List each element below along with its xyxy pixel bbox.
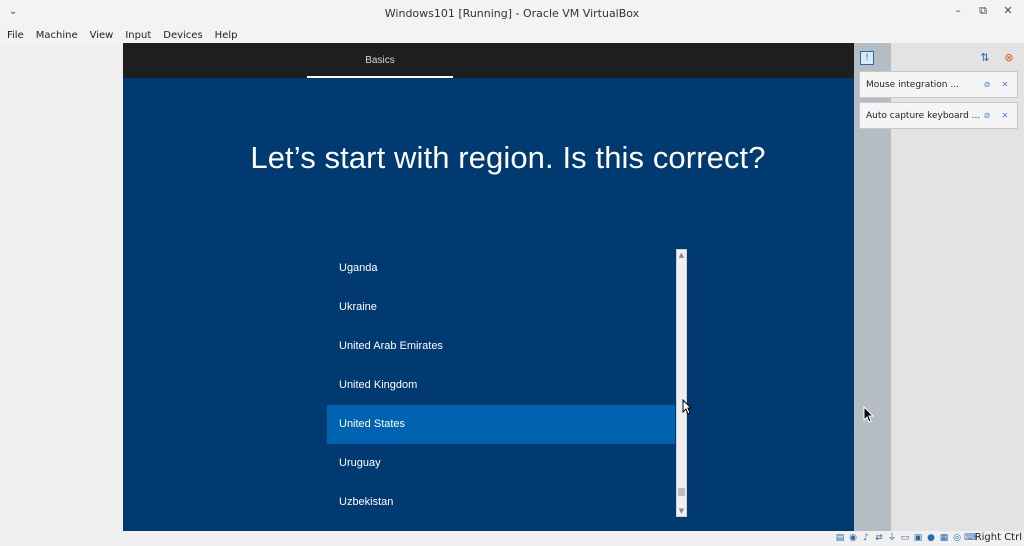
notification-mouse-integration[interactable]: Mouse integration ... ⊘ ✕ bbox=[859, 71, 1018, 98]
window-title: Windows101 [Running] - Oracle VM Virtual… bbox=[384, 7, 640, 20]
host-key-label: Right Ctrl bbox=[974, 532, 1022, 543]
list-item[interactable]: Uganda bbox=[327, 249, 675, 288]
display-icon[interactable]: ▣ bbox=[912, 532, 924, 544]
mouse-integration-icon[interactable]: ◎ bbox=[951, 532, 963, 544]
menu-bar: File Machine View Input Devices Help bbox=[0, 27, 1024, 43]
restore-button[interactable]: ⧉ bbox=[977, 4, 989, 18]
chevron-down-icon[interactable]: ⌄ bbox=[9, 6, 17, 17]
notification-tools: ⇅ ⊗ bbox=[978, 51, 1016, 65]
network-icon[interactable]: ⇄ bbox=[873, 532, 885, 544]
no-mouse-icon[interactable]: ⊘ bbox=[981, 80, 993, 89]
close-button[interactable]: ✕ bbox=[1002, 4, 1014, 18]
menu-view[interactable]: View bbox=[90, 30, 114, 41]
scroll-down-icon[interactable]: ▼ bbox=[677, 506, 686, 516]
close-icon[interactable]: ✕ bbox=[999, 111, 1011, 120]
list-item[interactable]: Uruguay bbox=[327, 444, 675, 483]
scroll-thumb[interactable] bbox=[678, 488, 685, 496]
oobe-topbar: Basics bbox=[123, 43, 854, 78]
shared-folder-icon[interactable]: ▭ bbox=[899, 532, 911, 544]
notification-text: Auto capture keyboard ... bbox=[866, 110, 981, 121]
menu-file[interactable]: File bbox=[7, 30, 24, 41]
video-capture-icon[interactable]: ● bbox=[925, 532, 937, 544]
list-item[interactable]: Uzbekistan bbox=[327, 483, 675, 517]
minimize-button[interactable]: – bbox=[952, 4, 964, 18]
notification-center: ! ⇅ ⊗ Mouse integration ... ⊘ ✕ Auto cap… bbox=[854, 43, 1024, 531]
menu-help[interactable]: Help bbox=[215, 30, 238, 41]
dismiss-all-icon[interactable]: ⊗ bbox=[1002, 51, 1016, 65]
status-icons: ▤ ◉ ♪ ⇄ ⏚ ▭ ▣ ● ▦ ◎ ⌨ bbox=[834, 532, 977, 544]
menu-input[interactable]: Input bbox=[125, 30, 151, 41]
menu-machine[interactable]: Machine bbox=[36, 30, 78, 41]
list-item[interactable]: United Kingdom bbox=[327, 366, 675, 405]
status-bar: ▤ ◉ ♪ ⇄ ⏚ ▭ ▣ ● ▦ ◎ ⌨ Right Ctrl bbox=[0, 531, 1024, 546]
notification-text: Mouse integration ... bbox=[866, 79, 959, 90]
region-list[interactable]: Uganda Ukraine United Arab Emirates Unit… bbox=[327, 249, 676, 517]
mouse-pointer-icon bbox=[682, 399, 692, 415]
list-item[interactable]: Ukraine bbox=[327, 288, 675, 327]
region-list-scrollbar[interactable]: ▲ ▼ bbox=[676, 249, 687, 517]
optical-drive-icon[interactable]: ◉ bbox=[847, 532, 859, 544]
keep-notifications-icon[interactable]: ⇅ bbox=[978, 51, 992, 65]
notification-auto-capture[interactable]: Auto capture keyboard ... ⊘ ✕ bbox=[859, 102, 1018, 129]
menu-devices[interactable]: Devices bbox=[163, 30, 202, 41]
mouse-pointer-icon bbox=[863, 406, 874, 423]
close-icon[interactable]: ✕ bbox=[999, 80, 1011, 89]
scroll-up-icon[interactable]: ▲ bbox=[677, 250, 686, 260]
vm-left-margin bbox=[0, 43, 123, 531]
cpu-icon[interactable]: ▦ bbox=[938, 532, 950, 544]
window-controls: – ⧉ ✕ bbox=[952, 4, 1014, 18]
page-heading: Let’s start with region. Is this correct… bbox=[250, 140, 766, 175]
window-titlebar: ⌄ Windows101 [Running] - Oracle VM Virtu… bbox=[0, 0, 1024, 27]
list-item[interactable]: United Arab Emirates bbox=[327, 327, 675, 366]
vm-guest-screen[interactable]: Basics Let’s start with region. Is this … bbox=[123, 43, 854, 531]
usb-icon[interactable]: ⏚ bbox=[886, 532, 898, 544]
tab-basics[interactable]: Basics bbox=[307, 43, 453, 78]
audio-icon[interactable]: ♪ bbox=[860, 532, 872, 544]
list-item-selected[interactable]: United States bbox=[327, 405, 675, 444]
no-keyboard-icon[interactable]: ⊘ bbox=[981, 111, 993, 120]
hard-disk-icon[interactable]: ▤ bbox=[834, 532, 846, 544]
notification-center-icon[interactable]: ! bbox=[860, 51, 874, 65]
